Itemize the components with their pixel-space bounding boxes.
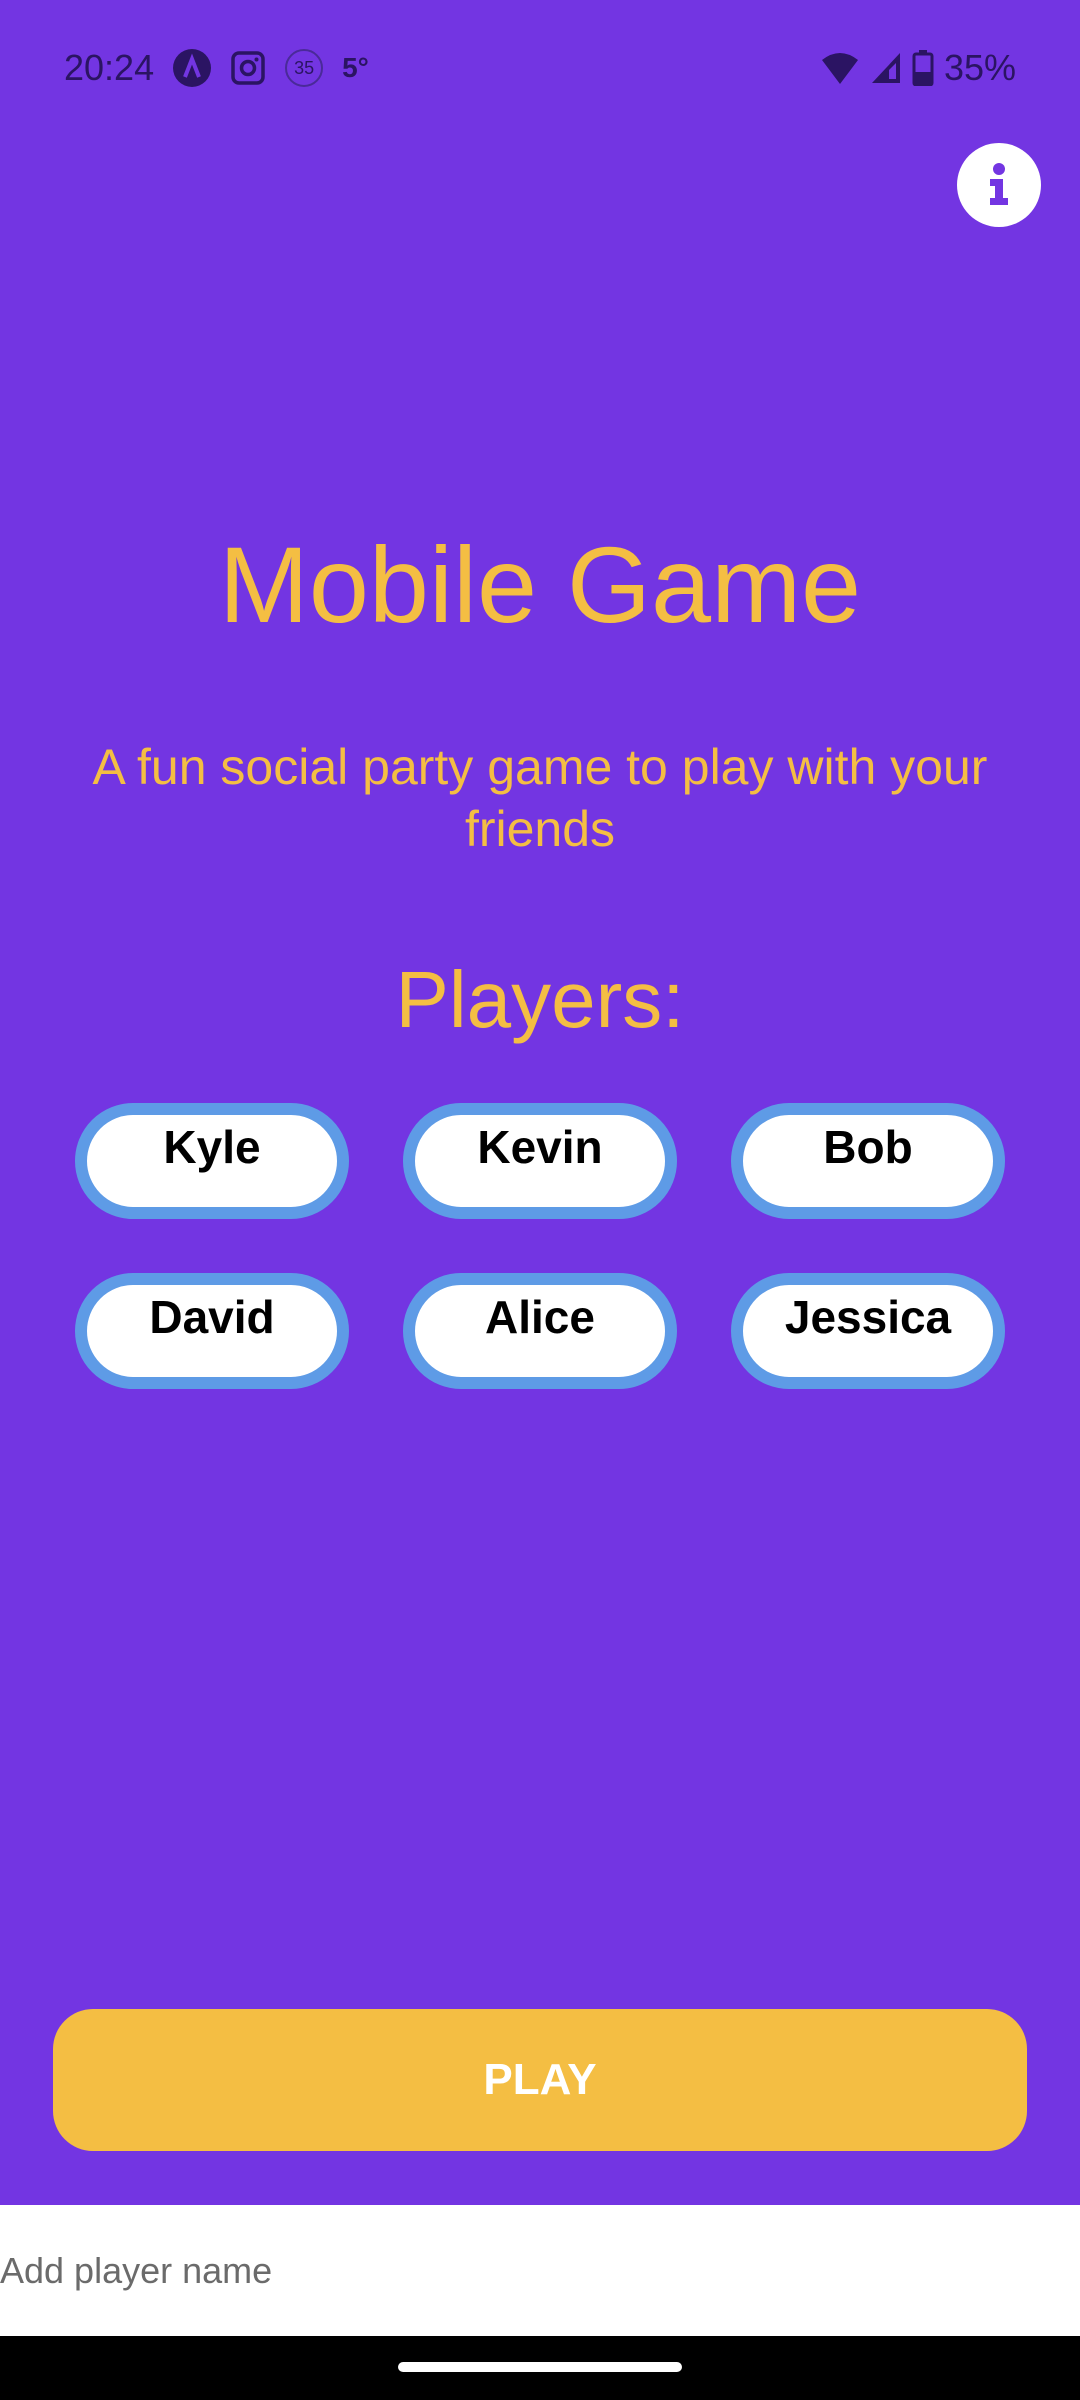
app-subtitle: A fun social party game to play with you… (92, 739, 988, 857)
home-gesture-handle[interactable] (398, 2362, 682, 2372)
add-player-bar (0, 2205, 1080, 2336)
player-chip[interactable]: Kyle (75, 1103, 349, 1219)
play-button[interactable]: PLAY (53, 2009, 1027, 2151)
add-player-input[interactable] (0, 2205, 1080, 2336)
players-list: Kyle Kevin Bob David Alice Jessica (75, 1103, 1005, 1389)
players-heading: Players: (395, 955, 685, 1044)
player-chip[interactable]: Jessica (731, 1273, 1005, 1389)
player-chip[interactable]: Bob (731, 1103, 1005, 1219)
status-time: 20:24 (64, 47, 155, 88)
app-a-icon (172, 48, 212, 88)
aqi-35-icon: 35 (284, 48, 324, 88)
info-icon (984, 162, 1014, 209)
wifi-icon (820, 50, 860, 86)
battery-icon (912, 50, 934, 86)
status-bar: 20:24 35 5° 35% (64, 40, 1016, 96)
player-chip[interactable]: Kevin (403, 1103, 677, 1219)
weather-temperature: 5° (342, 52, 369, 83)
player-chip[interactable]: Alice (403, 1273, 677, 1389)
player-chip[interactable]: David (75, 1273, 349, 1389)
info-button[interactable] (957, 143, 1041, 227)
app-title: Mobile Game (218, 524, 862, 645)
instagram-icon (230, 50, 266, 86)
battery-percent: 35% (943, 47, 1016, 88)
cellular-signal-icon (870, 51, 902, 85)
